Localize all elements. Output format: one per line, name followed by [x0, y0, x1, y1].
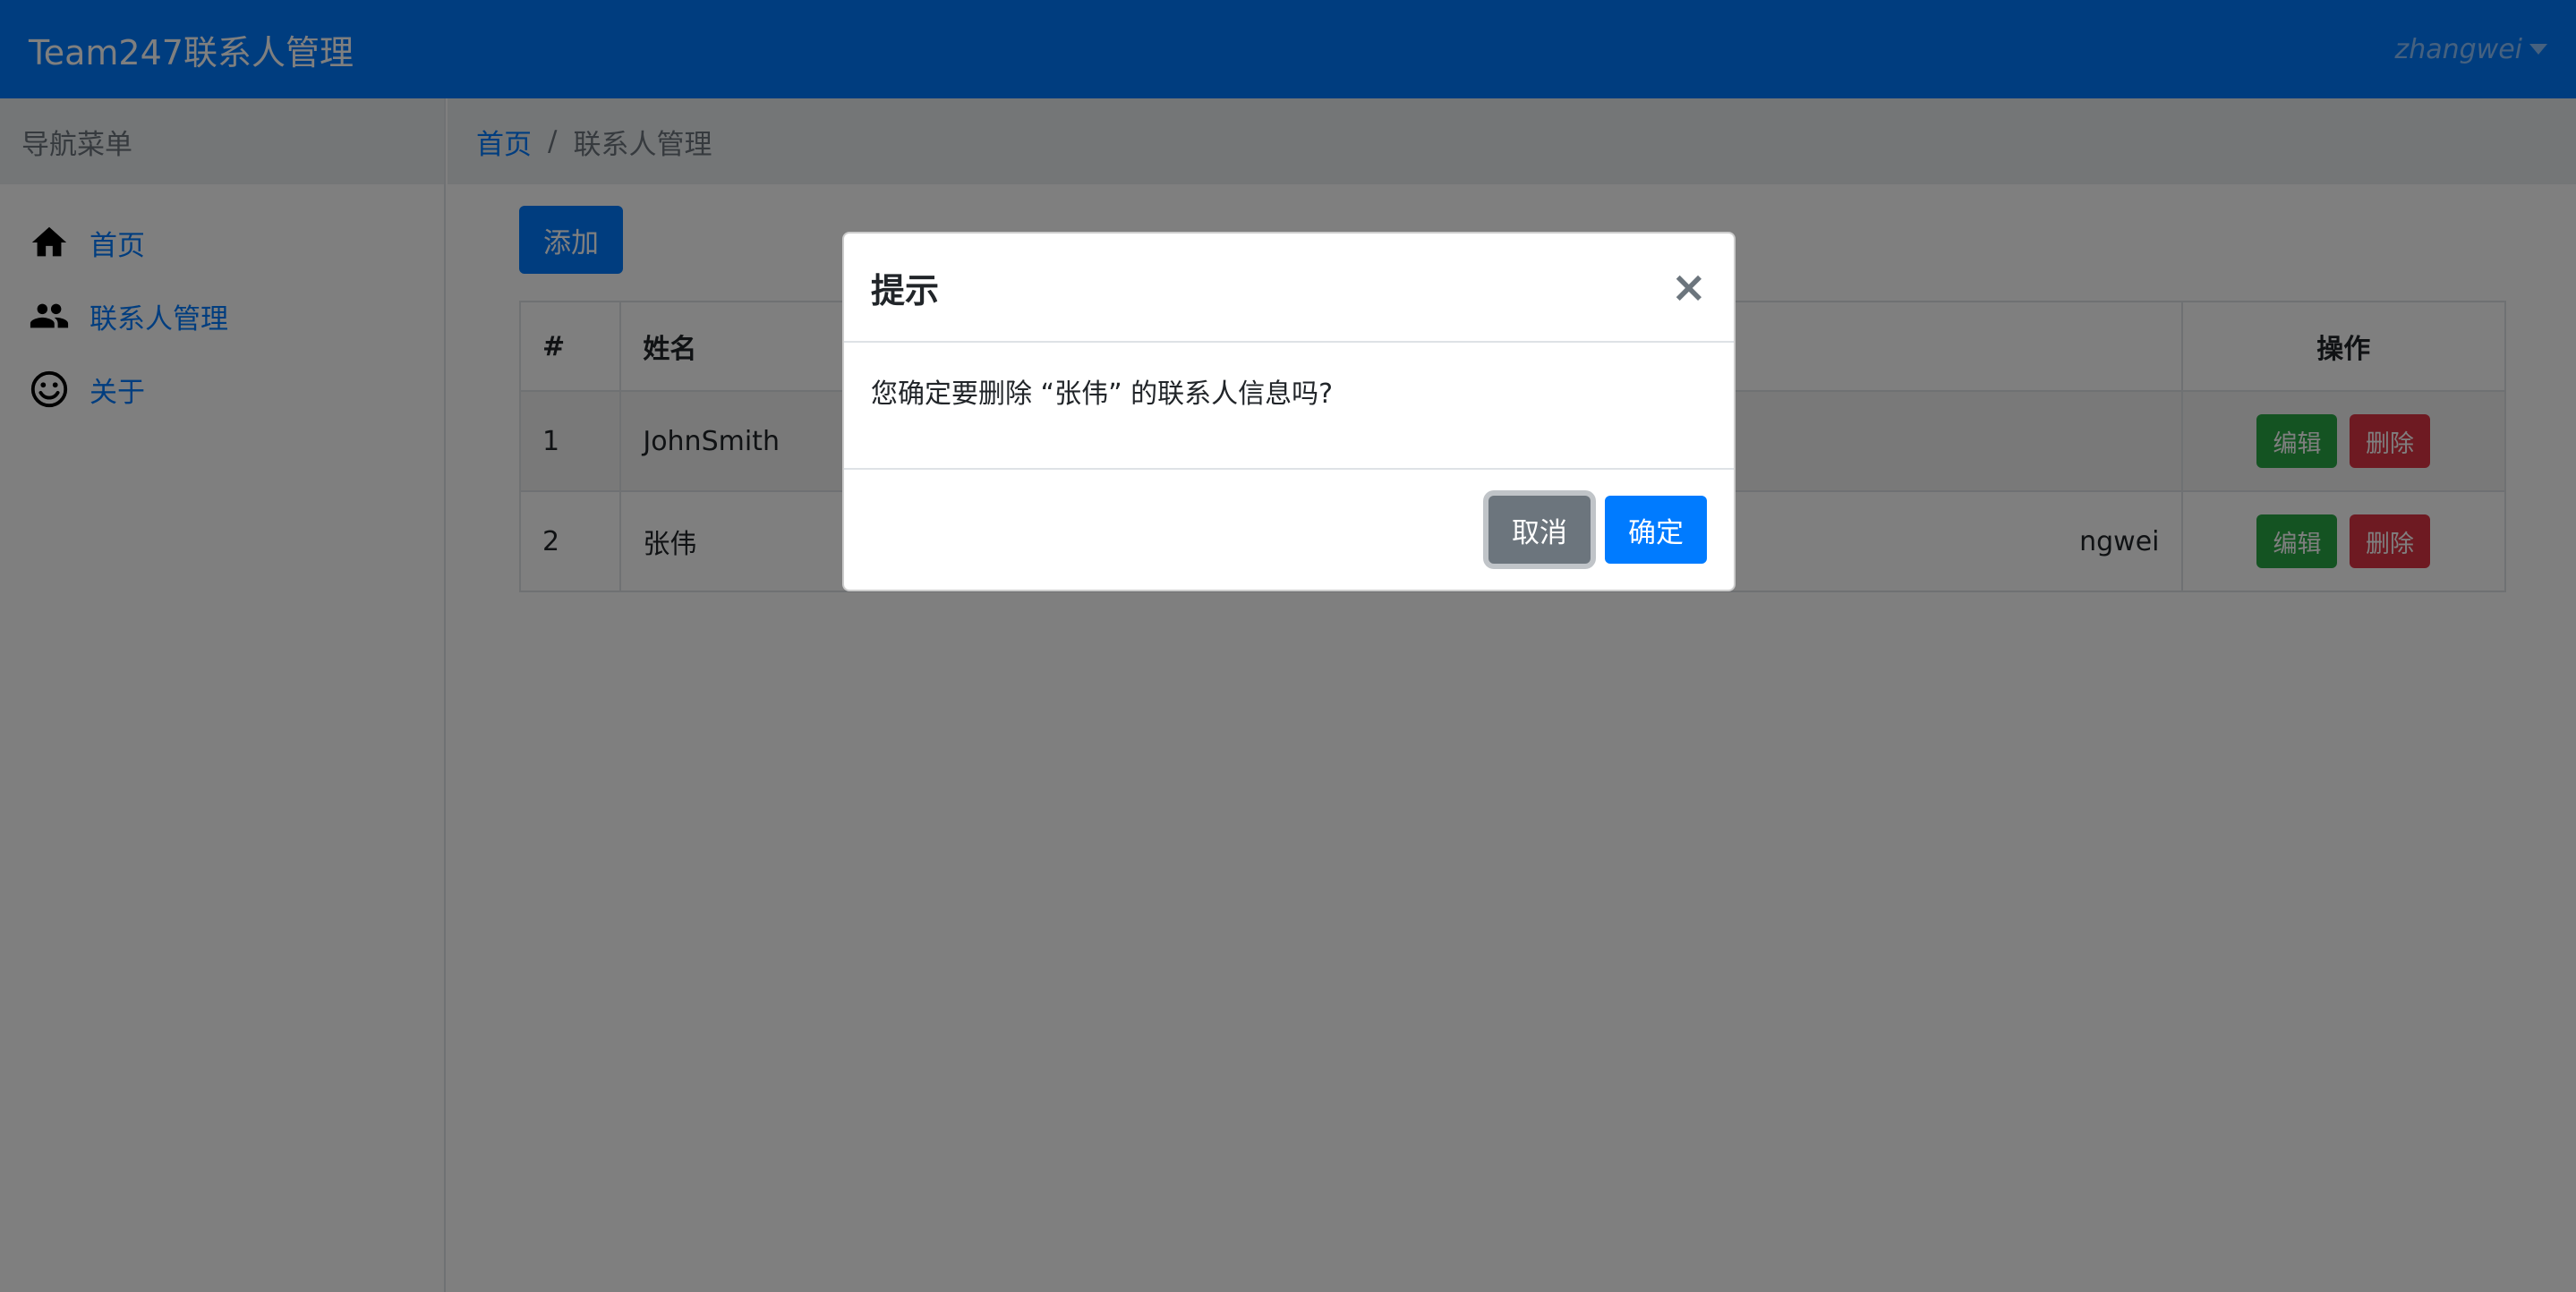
close-icon[interactable]: ×: [1671, 266, 1707, 309]
modal-header: 提示 ×: [844, 234, 1734, 343]
confirm-button[interactable]: 确定: [1605, 496, 1707, 564]
modal-message: 您确定要删除 “张伟” 的联系人信息吗?: [871, 378, 1334, 410]
cancel-button[interactable]: 取消: [1488, 496, 1591, 564]
modal-body: 您确定要删除 “张伟” 的联系人信息吗?: [844, 343, 1734, 470]
modal-footer: 取消 确定: [844, 470, 1734, 590]
modal-backdrop[interactable]: [0, 0, 2576, 1292]
modal-title: 提示: [871, 270, 940, 310]
confirm-delete-modal: 提示 × 您确定要删除 “张伟” 的联系人信息吗? 取消 确定: [842, 232, 1736, 591]
